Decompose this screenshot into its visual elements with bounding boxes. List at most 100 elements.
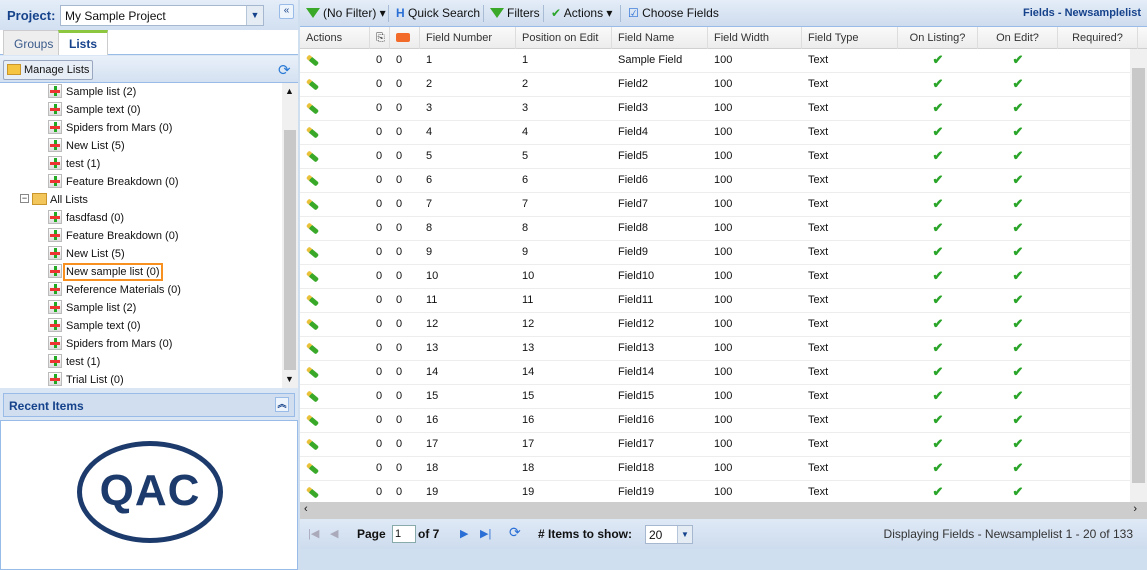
edit-icon[interactable]	[300, 457, 370, 481]
scroll-up-icon[interactable]: ▲	[285, 86, 294, 96]
column-header[interactable]: Field Number	[420, 27, 516, 49]
column-header[interactable]: Required?	[1058, 27, 1138, 49]
table-row[interactable]: 0 0 14 14 Field14 100 Text ✔ ✔	[300, 361, 1130, 385]
tree-node-all-lists[interactable]: All Lists	[32, 191, 88, 209]
tab-groups[interactable]: Groups	[3, 30, 65, 55]
edit-icon[interactable]	[300, 289, 370, 313]
tab-lists[interactable]: Lists	[58, 30, 109, 55]
table-row[interactable]: 0 0 4 4 Field4 100 Text ✔ ✔	[300, 121, 1130, 145]
collapse-up-icon[interactable]: ︽	[275, 397, 289, 412]
actions-dropdown[interactable]: ✔ Actions ▾	[551, 6, 612, 20]
next-page-icon[interactable]: ▶	[460, 527, 468, 540]
position-on-edit: 1	[522, 54, 529, 66]
edit-icon[interactable]	[300, 121, 370, 145]
tree-node[interactable]: Sample text (0)	[48, 101, 141, 119]
quick-search-button[interactable]: H Quick Search	[396, 6, 480, 20]
table-row[interactable]: 0 0 17 17 Field17 100 Text ✔ ✔	[300, 433, 1130, 457]
table-row[interactable]: 0 0 1 1 Sample Field 100 Text ✔ ✔	[300, 49, 1130, 73]
tree-node[interactable]: test (1)	[48, 353, 100, 371]
choose-fields-button[interactable]: ☑ Choose Fields	[628, 6, 719, 20]
tree-node[interactable]: Feature Breakdown (0)	[48, 173, 179, 191]
column-header[interactable]: Field Name	[612, 27, 708, 49]
tree-node[interactable]: Trial List (0)	[48, 371, 124, 388]
edit-icon[interactable]	[300, 241, 370, 265]
edit-icon[interactable]	[300, 49, 370, 73]
prev-page-icon[interactable]: ◀	[330, 527, 338, 540]
comment-icon[interactable]	[390, 27, 420, 49]
tree-node[interactable]: Sample list (2)	[48, 299, 136, 317]
column-header[interactable]: Actions	[300, 27, 370, 49]
edit-icon[interactable]	[300, 481, 370, 502]
edit-icon[interactable]	[300, 313, 370, 337]
table-row[interactable]: 0 0 11 11 Field11 100 Text ✔ ✔	[300, 289, 1130, 313]
edit-icon[interactable]	[300, 265, 370, 289]
table-row[interactable]: 0 0 6 6 Field6 100 Text ✔ ✔	[300, 169, 1130, 193]
field-width: 100	[714, 342, 733, 354]
tree-node[interactable]: Spiders from Mars (0)	[48, 335, 172, 353]
tree-node[interactable]: Sample list (2)	[48, 83, 136, 101]
grid-scroll-thumb[interactable]	[1132, 68, 1145, 483]
table-row[interactable]: 0 0 19 19 Field19 100 Text ✔ ✔	[300, 481, 1130, 502]
tree-scroll-thumb[interactable]	[284, 130, 296, 370]
page-input[interactable]: 1	[392, 525, 416, 543]
attachment-icon[interactable]: ⎘	[370, 27, 390, 49]
tree-node[interactable]: test (1)	[48, 155, 100, 173]
edit-icon[interactable]	[300, 433, 370, 457]
column-header[interactable]: Field Type	[802, 27, 898, 49]
filters-button[interactable]: Filters	[490, 6, 540, 20]
tree-node-label: Sample list (2)	[66, 302, 137, 314]
edit-icon[interactable]	[300, 193, 370, 217]
chevron-down-icon[interactable]: ▼	[677, 526, 692, 543]
tree-node[interactable]: New List (5)	[48, 245, 125, 263]
edit-icon[interactable]	[300, 385, 370, 409]
table-row[interactable]: 0 0 10 10 Field10 100 Text ✔ ✔	[300, 265, 1130, 289]
column-header[interactable]: On Listing?	[898, 27, 978, 49]
list-icon	[48, 372, 62, 386]
column-header[interactable]: Field Width	[708, 27, 802, 49]
list-icon	[48, 174, 62, 188]
table-row[interactable]: 0 0 16 16 Field16 100 Text ✔ ✔	[300, 409, 1130, 433]
tree-node[interactable]: fasdfasd (0)	[48, 209, 124, 227]
edit-icon[interactable]	[300, 361, 370, 385]
grid-horizontal-scrollbar[interactable]: ‹ ›	[300, 502, 1147, 519]
table-row[interactable]: 0 0 2 2 Field2 100 Text ✔ ✔	[300, 73, 1130, 97]
last-page-icon[interactable]: ▶|	[480, 527, 491, 540]
table-row[interactable]: 0 0 3 3 Field3 100 Text ✔ ✔	[300, 97, 1130, 121]
project-select[interactable]: My Sample Project ▼	[60, 5, 264, 26]
scroll-right-icon[interactable]: ›	[1133, 503, 1137, 515]
table-row[interactable]: 0 0 15 15 Field15 100 Text ✔ ✔	[300, 385, 1130, 409]
items-select[interactable]: 20 ▼	[645, 525, 693, 544]
refresh-icon[interactable]: ⟳	[278, 61, 291, 79]
tree-node[interactable]: Feature Breakdown (0)	[48, 227, 179, 245]
table-row[interactable]: 0 0 7 7 Field7 100 Text ✔ ✔	[300, 193, 1130, 217]
tree-node[interactable]: New sample list (0)	[48, 263, 163, 281]
scroll-down-icon[interactable]: ▼	[285, 374, 294, 384]
tree-node[interactable]: Spiders from Mars (0)	[48, 119, 172, 137]
scroll-left-icon[interactable]: ‹	[304, 503, 308, 515]
column-header[interactable]: Position on Edit	[516, 27, 612, 49]
tree-node[interactable]: New List (5)	[48, 137, 125, 155]
table-row[interactable]: 0 0 12 12 Field12 100 Text ✔ ✔	[300, 313, 1130, 337]
table-row[interactable]: 0 0 5 5 Field5 100 Text ✔ ✔	[300, 145, 1130, 169]
table-row[interactable]: 0 0 9 9 Field9 100 Text ✔ ✔	[300, 241, 1130, 265]
table-row[interactable]: 0 0 13 13 Field13 100 Text ✔ ✔	[300, 337, 1130, 361]
edit-icon[interactable]	[300, 409, 370, 433]
edit-icon[interactable]	[300, 217, 370, 241]
edit-icon[interactable]	[300, 337, 370, 361]
manage-lists-button[interactable]: Manage Lists	[3, 60, 94, 80]
first-page-icon[interactable]: |◀	[308, 527, 319, 540]
filter-dropdown[interactable]: (No Filter) ▾	[306, 6, 386, 20]
tree-node[interactable]: Reference Materials (0)	[48, 281, 181, 299]
chevron-down-icon[interactable]: ▼	[246, 6, 263, 25]
collapse-node-icon[interactable]: −	[20, 194, 29, 203]
edit-icon[interactable]	[300, 97, 370, 121]
table-row[interactable]: 0 0 8 8 Field8 100 Text ✔ ✔	[300, 217, 1130, 241]
collapse-panel-icon[interactable]: «	[279, 4, 294, 19]
edit-icon[interactable]	[300, 145, 370, 169]
column-header[interactable]: On Edit?	[978, 27, 1058, 49]
refresh-icon[interactable]: ⟳	[509, 524, 521, 541]
tree-node[interactable]: Sample text (0)	[48, 317, 141, 335]
edit-icon[interactable]	[300, 169, 370, 193]
edit-icon[interactable]	[300, 73, 370, 97]
table-row[interactable]: 0 0 18 18 Field18 100 Text ✔ ✔	[300, 457, 1130, 481]
